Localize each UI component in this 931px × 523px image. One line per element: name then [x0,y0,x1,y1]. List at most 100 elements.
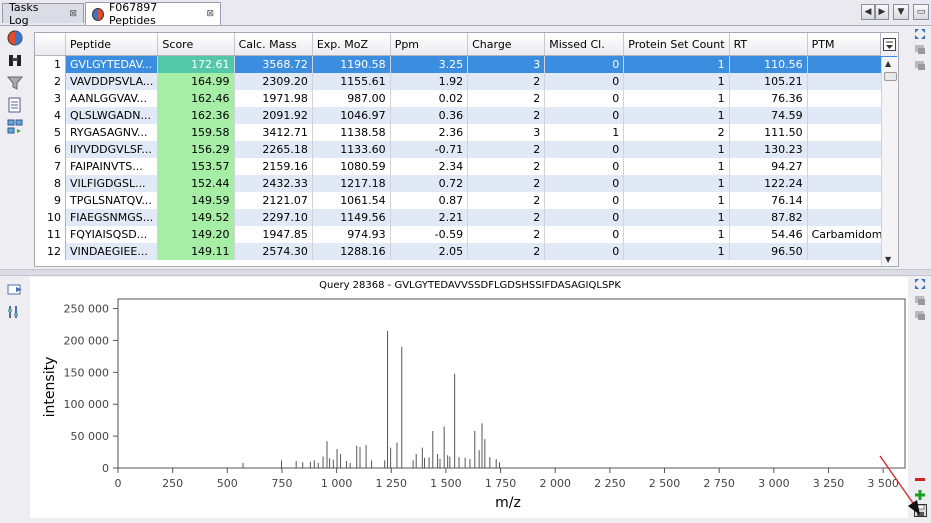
cell-ppm: 0.72 [390,175,469,192]
cell-rt: 94.27 [729,158,808,175]
x-tick-label: 2 000 [539,477,571,490]
cell-rt: 76.14 [729,192,808,209]
x-tick-label: 500 [217,477,238,490]
header-corner [35,33,66,56]
export-icon[interactable] [7,282,23,298]
col-header-missed-cl[interactable]: Missed Cl. [544,33,625,56]
x-tick-label: 750 [271,477,292,490]
cell-charge: 2 [467,209,546,226]
cell-exp-moz: 1149.56 [312,209,391,226]
cell-rt: 111.50 [729,124,808,141]
col-header-exp-moz[interactable]: Exp. MoZ [312,33,391,56]
filter-icon[interactable] [7,75,23,91]
cell-missed-cl: 1 [544,124,625,141]
y-tick-label: 250 000 [64,303,110,316]
binoculars-icon[interactable] [7,52,23,68]
cell-calc-mass: 2574.30 [234,243,313,260]
table-scrollbar[interactable]: ▲ ▼ [881,57,898,266]
scroll-left-icon[interactable]: ◀ [861,4,875,20]
scroll-up-icon[interactable]: ▲ [885,59,891,68]
cell-score: 156.29 [157,141,235,158]
col-header-protein-set-count[interactable]: Protein Set Count [623,33,730,56]
cell-charge: 2 [467,192,546,209]
settings-icon[interactable] [7,304,23,320]
cell-exp-moz: 1138.58 [312,124,391,141]
col-header-ppm[interactable]: Ppm [390,33,469,56]
table-row[interactable]: 11 FQYIAISQSD... 149.20 1947.85 974.93 -0.59 2… [35,226,898,243]
tab-peptides[interactable]: F067897 Peptides ⊠ [85,1,221,27]
col-header-rt[interactable]: RT [729,33,808,56]
x-tick-label: 2 750 [703,477,735,490]
close-icon[interactable]: ⊠ [69,9,77,19]
cell-missed-cl: 0 [544,55,625,73]
cell-missed-cl: 0 [544,107,625,124]
col-header-calc-mass[interactable]: Calc. Mass [234,33,313,56]
cell-charge: 2 [467,141,546,158]
cell-missed-cl: 0 [544,141,625,158]
x-tick-label: 3 250 [813,477,845,490]
spectrum-chart-panel: Query 28368 - GVLGYTEDAVVSSDFLGDSHSSIFDA… [30,277,908,518]
cell-ppm: 1.92 [390,73,469,90]
table-row[interactable]: 12 VINDAEGIEE... 149.11 2574.30 1288.16 2.05 2… [35,243,898,260]
cell-rt: 96.50 [729,243,808,260]
dropdown-icon[interactable]: ▼ [893,4,909,20]
table-row[interactable]: 6 IIYVDDGVLSF... 156.29 2265.18 1133.60 -0.71… [35,141,898,158]
x-tick-label: 1 000 [321,477,353,490]
collapse-icon-2[interactable] [913,59,927,71]
cell-score: 152.44 [157,175,235,192]
cell-calc-mass: 2297.10 [234,209,313,226]
table-body: 1 GVLGYTEDAV... 172.61 3568.72 1190.58 3.25 3 0… [35,55,898,260]
minimize-icon[interactable]: ▭ [913,4,929,20]
y-tick-label: 50 000 [71,430,110,443]
col-header-score[interactable]: Score [157,33,235,56]
cell-calc-mass: 1971.98 [234,90,313,107]
cell-missed-cl: 0 [544,192,625,209]
cell-row-index: 5 [35,124,66,141]
collapse-icon[interactable] [913,43,927,55]
split-divider[interactable] [0,269,931,276]
cell-row-index: 12 [35,243,66,260]
tab-tasks-log[interactable]: Tasks Log ⊠ [2,1,84,27]
col-header-peptide[interactable]: Peptide [65,33,159,56]
export-icon[interactable] [7,97,23,113]
tab-label: F067897 Peptides [108,1,158,27]
cell-missed-cl: 0 [544,243,625,260]
table-row[interactable]: 8 VILFIGDGSL... 152.44 2432.33 1217.18 0.72 2 0… [35,175,898,192]
cell-peptide: RYGASAGNV... [65,124,159,141]
compare-icon[interactable] [7,119,23,135]
table-row[interactable]: 5 RYGASAGNV... 159.58 3412.71 1138.58 2.36 3 1 2… [35,124,898,141]
cell-peptide: TPGLSNATQV... [65,192,159,209]
close-icon[interactable]: ⊠ [206,9,214,19]
cell-charge: 2 [467,107,546,124]
table-row[interactable]: 3 AANLGGVAV... 162.46 1971.98 987.00 0.02 2 0 1 7… [35,90,898,107]
piechart-icon[interactable] [7,30,23,46]
table-row[interactable]: 2 VAVDDPSVLA... 164.99 2309.20 1155.61 1.92 2 0… [35,73,898,90]
cell-row-index: 3 [35,90,66,107]
collapse-icon-2[interactable] [913,309,927,321]
expand-icon[interactable] [913,278,927,290]
cell-score: 159.58 [157,124,235,141]
cell-peptide: FAIPAINVTS... [65,158,159,175]
cell-exp-moz: 1190.58 [312,55,391,73]
scroll-down-icon[interactable]: ▼ [885,255,891,264]
table-row[interactable]: 9 TPGLSNATQV... 149.59 2121.07 1061.54 0.87 2 0… [35,192,898,209]
x-tick-label: 3 000 [758,477,790,490]
cell-rt: 122.24 [729,175,808,192]
cell-row-index: 6 [35,141,66,158]
table-row[interactable]: 1 GVLGYTEDAV... 172.61 3568.72 1190.58 3.25 3 0… [35,55,898,73]
scroll-right-icon[interactable]: ▶ [875,4,889,20]
table-row[interactable]: 4 QLSLWGADN... 162.36 2091.92 1046.97 0.36 2 0 1… [35,107,898,124]
y-tick-label: 100 000 [64,398,110,411]
column-chooser-icon[interactable] [880,33,898,56]
cell-score: 149.52 [157,209,235,226]
cell-exp-moz: 1080.59 [312,158,391,175]
col-header-charge[interactable]: Charge [467,33,546,56]
collapse-icon[interactable] [913,294,927,306]
table-row[interactable]: 7 FAIPAINVTS... 153.57 2159.16 1080.59 2.34 2 0… [35,158,898,175]
cell-ppm: 3.25 [390,55,469,73]
cell-charge: 3 [467,124,546,141]
table-row[interactable]: 10 FIAEGSNMGS... 149.52 2297.10 1149.56 2.21 2… [35,209,898,226]
expand-icon[interactable] [913,28,927,40]
cell-score: 162.46 [157,90,235,107]
scroll-thumb[interactable] [884,72,897,81]
